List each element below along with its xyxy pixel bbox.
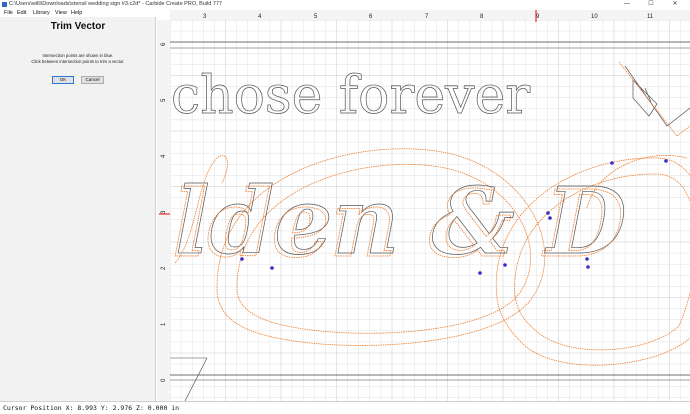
trim-vector-panel: Trim Vector Intersection points are show… bbox=[0, 17, 156, 401]
intersection-point[interactable] bbox=[270, 266, 274, 270]
design-canvas[interactable]: 3 4 5 6 7 8 9 10 11 6 5 4 3 2 1 0 chose … bbox=[157, 8, 690, 401]
intersection-point[interactable] bbox=[548, 216, 552, 220]
menu-help[interactable]: Help bbox=[71, 9, 82, 17]
menu-library[interactable]: Library bbox=[33, 9, 50, 17]
status-bar: Cursor Position X: 8.993 Y: 2.976 Z: 0.0… bbox=[0, 401, 690, 414]
intersection-point[interactable] bbox=[585, 257, 589, 261]
intersection-point[interactable] bbox=[478, 271, 482, 275]
design-text-top[interactable]: chose forever bbox=[171, 66, 531, 127]
app-icon bbox=[2, 2, 7, 7]
intersection-point[interactable] bbox=[546, 211, 550, 215]
canvas-svg[interactable]: 3 4 5 6 7 8 9 10 11 6 5 4 3 2 1 0 chose … bbox=[157, 8, 690, 401]
ok-button[interactable]: OK bbox=[52, 76, 74, 84]
horizontal-ruler bbox=[170, 10, 690, 20]
panel-title: Trim Vector bbox=[50, 21, 106, 32]
panel-instruction-1: Intersection points are shown in blue. bbox=[42, 53, 114, 58]
panel-instruction-2: Click between intersection points to tri… bbox=[31, 59, 125, 64]
menu-view[interactable]: View bbox=[55, 9, 67, 17]
design-text-main-offset[interactable]: lden & D bbox=[172, 170, 625, 279]
intersection-point[interactable] bbox=[503, 263, 507, 267]
diamond-outline[interactable] bbox=[624, 65, 690, 127]
intersection-point[interactable] bbox=[586, 265, 590, 269]
cancel-button[interactable]: Cancel bbox=[81, 76, 104, 84]
menu-file[interactable]: File bbox=[4, 9, 13, 17]
intersection-point[interactable] bbox=[240, 257, 244, 261]
corner-diagonal bbox=[184, 357, 208, 401]
ruler-x-label: 10 bbox=[591, 14, 598, 20]
cursor-position: Cursor Position X: 8.993 Y: 2.976 Z: 0.0… bbox=[3, 404, 180, 412]
intersection-point[interactable] bbox=[610, 161, 614, 165]
menu-edit[interactable]: Edit bbox=[17, 9, 26, 17]
intersection-point[interactable] bbox=[664, 159, 668, 163]
vertical-ruler bbox=[157, 20, 170, 401]
ruler-x-label: 11 bbox=[647, 14, 654, 20]
